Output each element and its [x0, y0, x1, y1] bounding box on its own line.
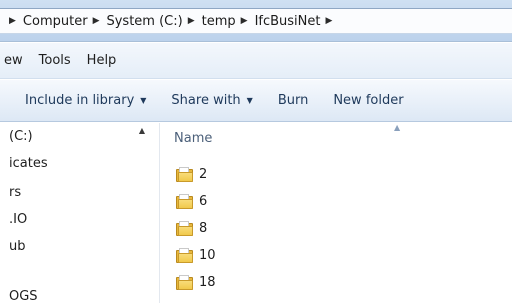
- breadcrumb-arrow-icon[interactable]: ▶: [9, 16, 16, 26]
- address-bar: ▶ Computer ▶ System (C:) ▶ temp ▶ IfcBus…: [0, 0, 512, 42]
- folder-icon: [176, 274, 193, 290]
- file-row[interactable]: 6: [176, 192, 207, 210]
- file-name: 18: [199, 274, 216, 290]
- file-row[interactable]: 10: [176, 246, 216, 264]
- menu-tools[interactable]: Tools: [39, 53, 71, 68]
- chevron-down-icon: ▼: [140, 96, 147, 105]
- chevron-down-icon: ▼: [246, 96, 253, 105]
- breadcrumb[interactable]: ▶ Computer ▶ System (C:) ▶ temp ▶ IfcBus…: [0, 8, 512, 34]
- breadcrumb-item-ifcbusinet[interactable]: IfcBusiNet: [255, 14, 321, 29]
- file-row[interactable]: 8: [176, 219, 207, 237]
- command-toolbar: Include in library ▼ Share with ▼ Burn N…: [0, 80, 512, 122]
- file-row[interactable]: 18: [176, 273, 216, 291]
- breadcrumb-arrow-icon[interactable]: ▶: [188, 16, 195, 26]
- nav-item-io[interactable]: .IO: [9, 212, 27, 227]
- file-name: 2: [199, 166, 208, 182]
- breadcrumb-item-temp[interactable]: temp: [202, 14, 236, 29]
- menu-bar: ew Tools Help: [0, 43, 512, 79]
- file-name: 10: [199, 247, 216, 263]
- share-with-button[interactable]: Share with ▼: [171, 93, 252, 108]
- include-in-library-label: Include in library: [25, 93, 135, 108]
- sort-ascending-icon: ▲: [394, 123, 401, 132]
- name-column-header[interactable]: Name: [174, 131, 212, 146]
- folder-icon: [176, 166, 193, 182]
- burn-button[interactable]: Burn: [278, 93, 309, 108]
- scroll-up-icon[interactable]: ▲: [136, 126, 148, 138]
- menu-view[interactable]: ew: [4, 53, 23, 68]
- nav-item-certificates[interactable]: icates: [9, 156, 48, 171]
- folder-icon: [176, 247, 193, 263]
- nav-item-ogs[interactable]: OGS: [9, 289, 38, 303]
- new-folder-button[interactable]: New folder: [333, 93, 403, 108]
- navigation-pane: ▲ (C:) icates rs .IO ub OGS: [0, 123, 160, 303]
- menu-help[interactable]: Help: [87, 53, 117, 68]
- nav-item-drive-c[interactable]: (C:): [9, 129, 33, 144]
- share-with-label: Share with: [171, 93, 241, 108]
- folder-icon: [176, 220, 193, 236]
- file-name: 6: [199, 193, 208, 209]
- file-row[interactable]: 2: [176, 165, 207, 183]
- nav-item-rs[interactable]: rs: [9, 185, 21, 200]
- file-list: ▲ Name 2 6 8 10 18: [161, 123, 512, 303]
- breadcrumb-item-computer[interactable]: Computer: [23, 14, 88, 29]
- breadcrumb-item-system-c[interactable]: System (C:): [106, 14, 182, 29]
- breadcrumb-arrow-icon[interactable]: ▶: [241, 16, 248, 26]
- breadcrumb-arrow-icon[interactable]: ▶: [93, 16, 100, 26]
- file-name: 8: [199, 220, 208, 236]
- nav-item-ub[interactable]: ub: [9, 239, 26, 254]
- folder-icon: [176, 193, 193, 209]
- include-in-library-button[interactable]: Include in library ▼: [25, 93, 146, 108]
- breadcrumb-arrow-icon[interactable]: ▶: [325, 16, 332, 26]
